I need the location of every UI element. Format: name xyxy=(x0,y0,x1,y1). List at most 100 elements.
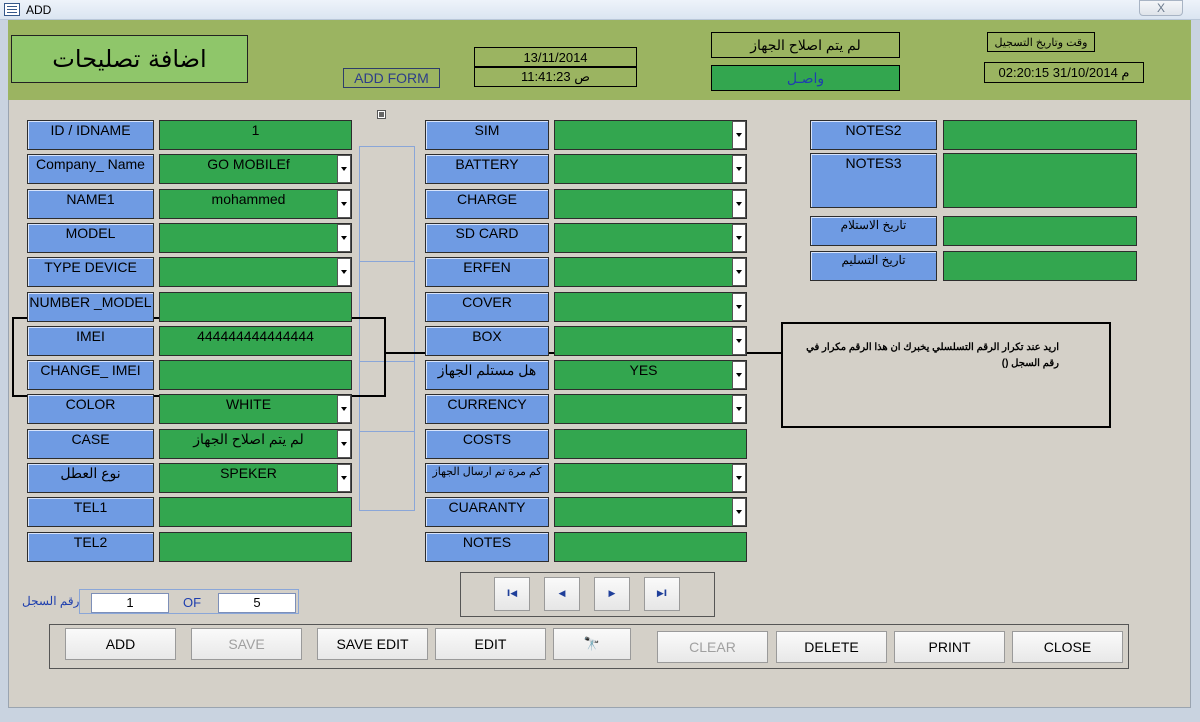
current-date: 13/11/2014 xyxy=(474,47,637,67)
dropdown-arrow-icon[interactable] xyxy=(732,326,746,355)
left-combo-8[interactable]: WHITE xyxy=(159,394,352,425)
first-record-button[interactable]: I◀ xyxy=(494,577,530,611)
dropdown-arrow-icon[interactable] xyxy=(732,223,746,252)
left-value-1: GO MOBILEf xyxy=(207,156,290,173)
mid-label-10: كم مرة تم ارسال الجهاز xyxy=(425,463,549,493)
left-field-6[interactable]: 444444444444444 xyxy=(159,325,352,356)
save-edit-button[interactable]: SAVE EDIT xyxy=(317,628,428,660)
print-button[interactable]: PRINT xyxy=(894,631,1005,663)
left-label-8: COLOR xyxy=(27,394,154,425)
mid-value-7: YES xyxy=(629,362,658,379)
left-combo-2[interactable]: mohammed xyxy=(159,188,352,219)
nav-arrow-icon: I◀ xyxy=(506,589,518,599)
edit-button[interactable]: EDIT xyxy=(435,628,546,660)
left-field-11[interactable] xyxy=(159,497,352,528)
mid-label-0: SIM xyxy=(425,120,549,150)
mid-field-12[interactable] xyxy=(554,531,747,562)
dropdown-arrow-icon[interactable] xyxy=(337,223,351,252)
dropdown-arrow-icon[interactable] xyxy=(337,189,351,218)
right-label-3: تاريخ التسليم xyxy=(810,251,937,281)
mid-label-2: CHARGE xyxy=(425,188,549,219)
dropdown-arrow-icon[interactable] xyxy=(337,464,351,492)
clear-button[interactable]: CLEAR xyxy=(657,631,768,663)
dropdown-arrow-icon[interactable] xyxy=(337,395,351,424)
dropdown-arrow-icon[interactable] xyxy=(732,258,746,287)
last-record-button[interactable]: ▶I xyxy=(644,577,680,611)
left-combo-4[interactable] xyxy=(159,257,352,288)
mid-label-11: CUARANTY xyxy=(425,497,549,528)
right-label-2: تاريخ الاستلام xyxy=(810,216,937,246)
left-field-7[interactable] xyxy=(159,360,352,391)
title-bar: ADD X xyxy=(0,0,1200,20)
mid-label-1: BATTERY xyxy=(425,154,549,185)
dropdown-arrow-icon[interactable] xyxy=(732,361,746,390)
mid-label-7: هل مستلم الجهاز xyxy=(425,360,549,391)
dropdown-arrow-icon[interactable] xyxy=(732,498,746,527)
separator-line xyxy=(359,431,415,432)
mid-combo-11[interactable] xyxy=(554,497,747,528)
dropdown-arrow-icon[interactable] xyxy=(732,395,746,424)
left-label-10: نوع العطل xyxy=(27,463,154,493)
dropdown-arrow-icon[interactable] xyxy=(732,464,746,492)
prev-record-button[interactable]: ◀ xyxy=(544,577,580,611)
record-number-label: رقم السجل xyxy=(22,594,80,608)
dropdown-arrow-icon[interactable] xyxy=(337,155,351,184)
left-label-0: ID / IDNAME xyxy=(27,120,154,150)
dropdown-arrow-icon[interactable] xyxy=(337,258,351,287)
left-label-7: CHANGE_ IMEI xyxy=(27,360,154,391)
left-combo-1[interactable]: GO MOBILEf xyxy=(159,154,352,185)
left-combo-10[interactable]: SPEKER xyxy=(159,463,352,493)
mid-label-3: SD CARD xyxy=(425,222,549,253)
form-title: اضافة تصليحات xyxy=(11,35,248,83)
left-label-1: Company_ Name xyxy=(27,154,154,185)
mid-combo-6[interactable] xyxy=(554,325,747,356)
delete-button[interactable]: DELETE xyxy=(776,631,887,663)
of-label: OF xyxy=(183,595,202,610)
close-button[interactable]: CLOSE xyxy=(1012,631,1123,663)
left-combo-9[interactable]: لم يتم اصلاح الجهاز xyxy=(159,428,352,459)
mid-combo-7[interactable]: YES xyxy=(554,360,747,391)
mid-combo-3[interactable] xyxy=(554,222,747,253)
mid-combo-2[interactable] xyxy=(554,188,747,219)
mid-label-9: COSTS xyxy=(425,428,549,459)
mid-combo-8[interactable] xyxy=(554,394,747,425)
mid-combo-10[interactable] xyxy=(554,463,747,493)
left-label-6: IMEI xyxy=(27,325,154,356)
left-value-6: 444444444444444 xyxy=(197,327,314,344)
save-button[interactable]: SAVE xyxy=(191,628,302,660)
mid-combo-4[interactable] xyxy=(554,257,747,288)
current-time: 11:41:23 ص xyxy=(474,67,637,87)
find-button[interactable]: 🔭 xyxy=(553,628,631,660)
dropdown-arrow-icon[interactable] xyxy=(337,429,351,458)
annotation-note: اريد عند تكرار الرقم التسلسلي يخبرك ان ه… xyxy=(781,322,1111,428)
add-button[interactable]: ADD xyxy=(65,628,176,660)
current-record-field[interactable]: 1 xyxy=(91,593,169,613)
left-field-5[interactable] xyxy=(159,291,352,322)
left-field-0[interactable]: 1 xyxy=(159,120,352,150)
left-field-12[interactable] xyxy=(159,531,352,562)
dropdown-arrow-icon[interactable] xyxy=(732,292,746,321)
right-field-0[interactable] xyxy=(943,120,1137,150)
next-record-button[interactable]: ▶ xyxy=(594,577,630,611)
dropdown-arrow-icon[interactable] xyxy=(732,155,746,184)
mid-combo-0[interactable] xyxy=(554,120,747,150)
total-records-field: 5 xyxy=(218,593,296,613)
left-label-9: CASE xyxy=(27,428,154,459)
nav-arrow-icon: ◀ xyxy=(558,589,566,599)
arrival-status: واصـل xyxy=(711,65,900,91)
right-label-0: NOTES2 xyxy=(810,120,937,150)
mid-combo-1[interactable] xyxy=(554,154,747,185)
right-field-3[interactable] xyxy=(943,251,1137,281)
right-field-2[interactable] xyxy=(943,216,1137,246)
mid-combo-5[interactable] xyxy=(554,291,747,322)
dropdown-arrow-icon[interactable] xyxy=(732,189,746,218)
mid-label-12: NOTES xyxy=(425,531,549,562)
record-selector-icon[interactable] xyxy=(377,110,386,119)
form-tag: ADD FORM xyxy=(343,68,440,88)
window-close-button[interactable]: X xyxy=(1139,0,1183,16)
mid-field-9[interactable] xyxy=(554,428,747,459)
binoculars-icon: 🔭 xyxy=(583,636,601,652)
dropdown-arrow-icon[interactable] xyxy=(732,121,746,149)
left-combo-3[interactable] xyxy=(159,222,352,253)
right-field-1[interactable] xyxy=(943,153,1137,208)
